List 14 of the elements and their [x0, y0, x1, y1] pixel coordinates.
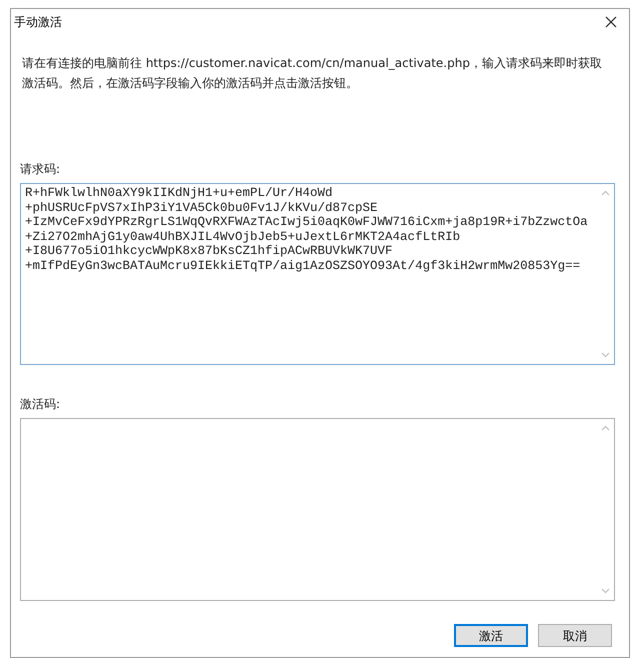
instruction-text: 请在有连接的电脑前往 https://customer.navicat.com/cn/manual_activate.php，输入请求码来即时获取激活码。然后，在激活码字段输入你的激活码并点击激活按钮。: [22, 55, 603, 92]
request-code-text: R+hFWklwlhN0aXY9kIIKdNjH1+u+emPL/Ur/H4oWd +phUSRUcFpVS7xIhP3iY1VA5Ck0bu0Fv1J/kKVu/d87cpSE +IzMvCeFx9dYPRzRgrLS1WqQvRXFWAzTAcIwj5i0aqK0wFJWW716iCxm+ja8p19R+i7bZzwctOa +Zi27O2mhAjG1y0aw4UhBXJIL4WvOjbJeb5+uJextL6rMKT2A4acfLtRIb +I8U677o5iO1hkcycWWpK8x87bKsCZ1hfipACwRBUVkWK7UVF +mIfPdEyGn3wcBATAuMcru9IEkkiETqTP/aig1AzOSZSOYO93At/4gf3kiH2wrmMw20853Yg==: [24, 185, 589, 274]
close-icon[interactable]: [605, 16, 617, 28]
window-title: 手动激活: [14, 14, 62, 31]
dialog-button[interactable]: 取消: [538, 624, 612, 647]
scroll-up-icon[interactable]: [601, 425, 610, 431]
activation-code-label: 激活码:: [20, 396, 62, 413]
scroll-up-icon[interactable]: [601, 190, 610, 196]
request-code-field[interactable]: [20, 183, 615, 365]
activation-code-field[interactable]: [20, 418, 615, 601]
request-code-label: 请求码:: [20, 161, 62, 178]
scroll-down-icon[interactable]: [601, 352, 610, 358]
scroll-down-icon[interactable]: [601, 588, 610, 594]
dialog-button[interactable]: 激活: [454, 624, 528, 647]
